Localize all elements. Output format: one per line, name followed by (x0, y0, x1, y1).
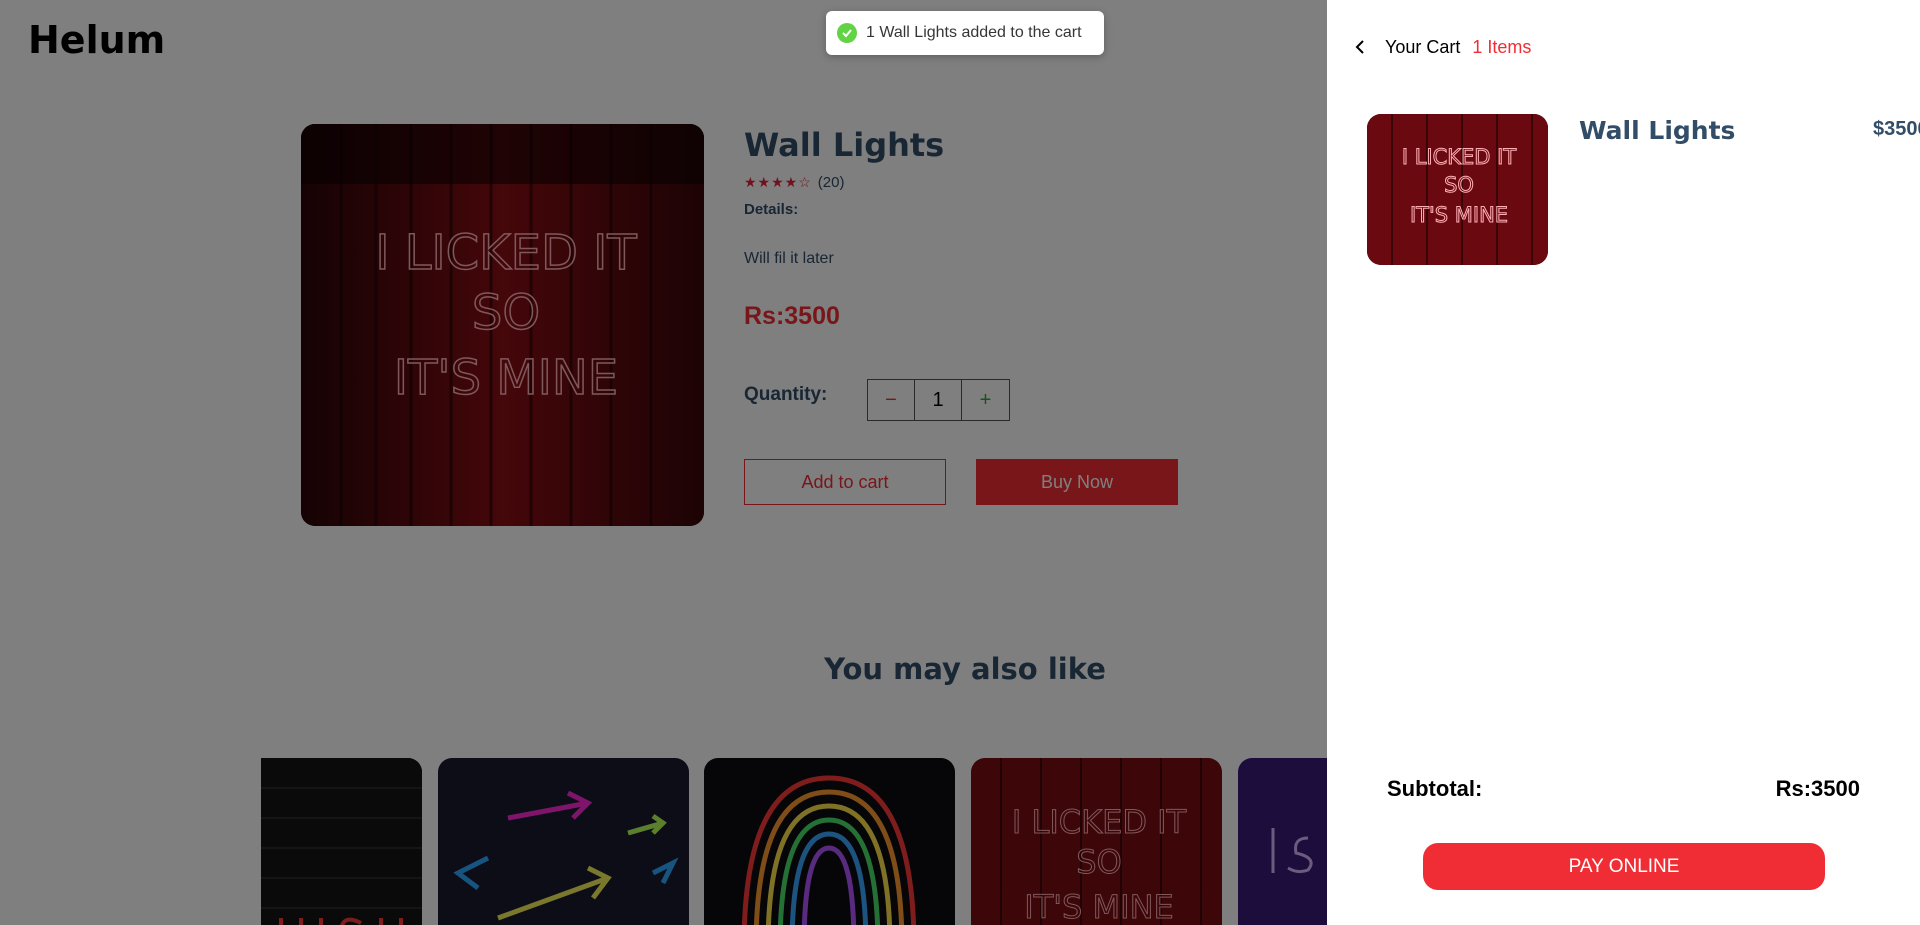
toast-message: 1 Wall Lights added to the cart (866, 24, 1082, 41)
cart-thumb-line-1: I LICKED IT (1402, 145, 1517, 169)
subtotal-value: Rs:3500 (1775, 776, 1860, 801)
cart-thumb-line-2: SO (1444, 173, 1474, 197)
subtotal-label: Subtotal: (1387, 776, 1483, 801)
cart-heading[interactable]: Your Cart 1 Items (1349, 36, 1531, 58)
cart-item-count: 1 Items (1472, 36, 1532, 57)
cart-item-name: Wall Lights (1579, 116, 1736, 145)
page-overlay[interactable] (0, 0, 1327, 925)
cart-title: Your Cart (1385, 36, 1461, 57)
neon-sign-cart-thumb: I LICKED IT SO IT'S MINE (1367, 114, 1548, 265)
cart-thumb-line-3: IT'S MINE (1410, 203, 1508, 227)
subtotal-row: Subtotal: Rs:3500 (1387, 776, 1860, 802)
cart-item-image: I LICKED IT SO IT'S MINE (1367, 114, 1548, 265)
chevron-left-icon[interactable] (1349, 36, 1371, 58)
toast-notification: 1 Wall Lights added to the cart (826, 11, 1104, 55)
check-circle-icon (837, 23, 857, 43)
pay-online-button[interactable]: PAY ONLINE (1423, 843, 1825, 890)
cart-item-price: $3500 (1873, 118, 1920, 140)
cart-panel: Your Cart 1 Items I LICKED IT SO IT'S MI… (1327, 0, 1920, 925)
